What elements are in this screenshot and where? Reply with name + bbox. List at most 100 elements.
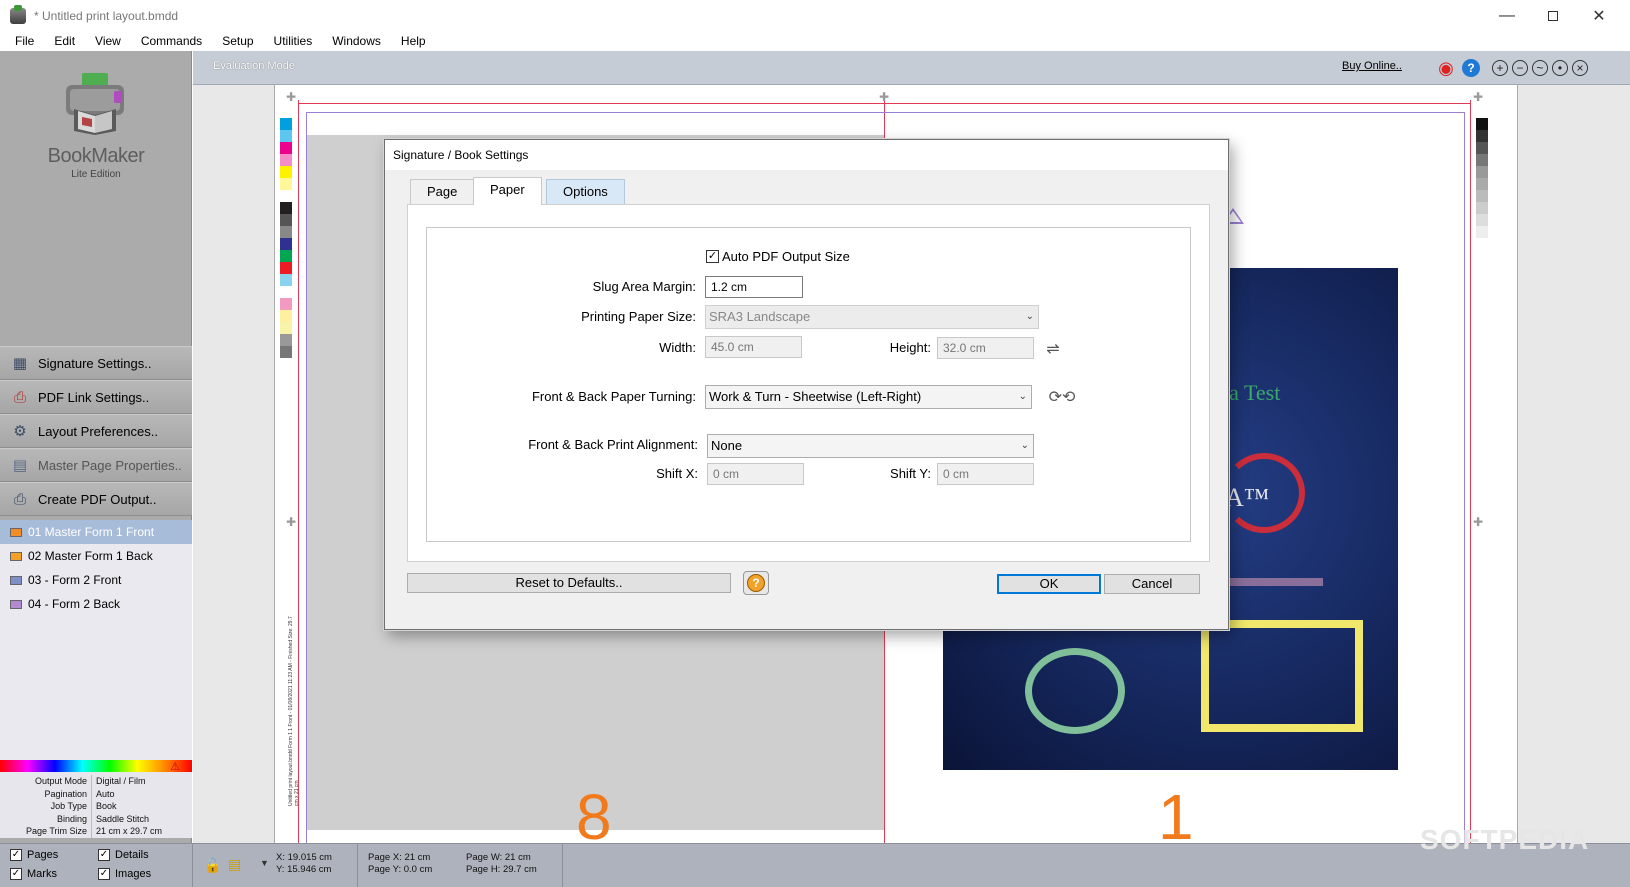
form-item[interactable]: 04 - Form 2 Back [0,592,192,616]
tab-paper[interactable]: Paper [473,177,542,205]
signature-book-settings-dialog: Signature / Book Settings Page Paper Opt… [384,139,1229,630]
forms-list: 01 Master Form 1 Front 02 Master Form 1 … [0,520,192,760]
cover-title: ia Test [1223,380,1281,405]
job-properties: Output Mode Digital / Film Pagination Auto… [0,772,192,838]
registration-mark-icon: ✚ [285,515,297,529]
printing-paper-size-value: SRA3 Landscape [709,309,811,324]
paper-turning-value: Work & Turn - Sheetwise (Left-Right) [709,389,922,404]
menu-edit[interactable]: Edit [44,31,85,51]
menu-help[interactable]: Help [391,31,436,51]
zoom-close-icon[interactable]: × [1572,60,1588,76]
buy-online-link[interactable]: Buy Online.. [1342,60,1402,72]
property-row: Page Trim Size 21 cm x 29.7 cm [0,825,192,838]
form-item-label: 04 - Form 2 Back [28,597,121,611]
cursor-coordinates: X: 19.015 cm Y: 15.946 cm [276,852,332,876]
cover-oval [1025,648,1125,734]
paper-tab-panel: ✓ Auto PDF Output Size Slug Area Margin:… [407,204,1210,562]
chevron-down-icon: ⌄ [1018,391,1027,402]
cover-rectangle [1201,620,1363,732]
menu-windows[interactable]: Windows [322,31,391,51]
evaluation-bar: Evaluation Mode Buy Online.. ◉ ? + − ~ •… [193,51,1630,85]
paper-turning-select[interactable]: Work & Turn - Sheetwise (Left-Right) ⌄ [705,385,1032,409]
ok-button[interactable]: OK [997,574,1101,594]
menu-setup[interactable]: Setup [212,31,263,51]
checkbox-box: ✓ [706,250,719,263]
height-input[interactable]: 32.0 cm [937,337,1034,359]
form-item-label: 02 Master Form 1 Back [28,549,153,563]
printer-icon: ⎙ [13,490,26,508]
close-button[interactable]: ✕ [1576,0,1622,31]
color-spectrum-bar: ⚠ [0,760,192,773]
minimize-icon: — [1499,6,1515,24]
menu-view[interactable]: View [85,31,131,51]
help-icon[interactable]: ? [1462,59,1480,77]
location-pin-icon[interactable]: ◉ [1437,58,1455,78]
signature-settings-button[interactable]: ▦ Signature Settings.. [0,346,192,380]
menu-file[interactable]: File [5,31,44,51]
cursor-y: Y: 15.946 cm [276,864,332,875]
zoom-fit-icon[interactable]: ~ [1532,60,1548,76]
menu-utilities[interactable]: Utilities [264,31,323,51]
form-item[interactable]: 01 Master Form 1 Front [0,520,192,544]
bookmaker-app-icon [10,4,26,24]
width-input[interactable]: 45.0 cm [705,336,802,358]
create-pdf-output-button[interactable]: ⎙ Create PDF Output.. [0,482,192,516]
cursor-x: X: 19.015 cm [276,852,332,863]
property-row: Job Type Book [0,800,192,813]
slug-area-margin-label: Slug Area Margin: [592,279,696,294]
logo-area: BookMaker Lite Edition [0,51,192,346]
zoom-actual-icon[interactable]: • [1552,60,1568,76]
height-label: Height: [889,340,931,355]
logo-subtitle: Lite Edition [71,169,121,180]
printing-paper-size-label: Printing Paper Size: [581,309,696,324]
details-label: Details [115,849,149,861]
cancel-button[interactable]: Cancel [1104,574,1200,594]
form-item[interactable]: 03 - Form 2 Front [0,568,192,592]
images-checkbox[interactable]: ✓ Images [98,868,151,880]
gear-icon: ⚙ [13,423,27,440]
print-alignment-select[interactable]: None ⌄ [707,434,1034,458]
dialog-title: Signature / Book Settings [385,140,1228,170]
registration-mark-icon: ✚ [1472,90,1484,104]
swap-dimensions-icon[interactable]: ⇌ [1039,337,1067,361]
printing-paper-size-select[interactable]: SRA3 Landscape ⌄ [705,305,1039,329]
pages-checkbox[interactable]: ✓ Pages [10,849,58,861]
logo-name: BookMaker [47,145,145,167]
registration-mark-icon: ✚ [285,90,297,104]
maximize-button[interactable] [1530,0,1576,31]
zoom-in-icon[interactable]: + [1492,60,1508,76]
form-item[interactable]: 02 Master Form 1 Back [0,544,192,568]
pdf-link-settings-button[interactable]: ⎙ PDF Link Settings.. [0,380,192,414]
zoom-out-icon[interactable]: − [1512,60,1528,76]
tab-page[interactable]: Page [410,179,475,204]
property-value: 21 cm x 29.7 cm [96,826,163,837]
bleed-line [1464,112,1465,843]
menu-commands[interactable]: Commands [131,31,212,51]
window-title: * Untitled print layout.bmdd [34,8,179,23]
page-x: Page X: 21 cm [368,852,431,863]
master-page-properties-button[interactable]: ▤ Master Page Properties.. [0,448,192,482]
page-h: Page H: 29.7 cm [466,864,537,875]
shift-x-input[interactable]: 0 cm [707,463,804,485]
master-page-icon: ▤ [12,457,28,474]
form-color-swatch [10,551,22,561]
auto-pdf-output-size-checkbox[interactable]: ✓ Auto PDF Output Size [706,249,850,264]
checkbox-box: ✓ [98,868,110,880]
color-bar-left [280,118,292,358]
note-icon[interactable]: ▤ [228,856,241,873]
minimize-button[interactable]: — [1484,0,1530,31]
cursor-dropdown-icon[interactable]: ▼ [260,858,269,868]
status-bar: ✓ Pages ✓ Details ✓ Marks ✓ Images 🔓 ▤ ▼ X: … [0,843,1630,887]
details-checkbox[interactable]: ✓ Details [98,849,149,861]
slug-area-margin-input[interactable]: 1.2 cm [705,276,803,298]
form-color-swatch [10,527,22,537]
layout-preferences-button[interactable]: ⚙ Layout Preferences.. [0,414,192,448]
reset-to-defaults-button[interactable]: Reset to Defaults.. [407,573,731,593]
marks-checkbox[interactable]: ✓ Marks [10,868,57,880]
lock-icon[interactable]: 🔓 [204,857,221,874]
registration-mark-icon: ✚ [1472,515,1484,529]
shift-y-input[interactable]: 0 cm [937,463,1034,485]
tab-options[interactable]: Options [546,179,625,204]
softpedia-watermark: SOFTPEDIA [1420,824,1590,855]
dialog-help-button[interactable]: ? [743,571,769,595]
